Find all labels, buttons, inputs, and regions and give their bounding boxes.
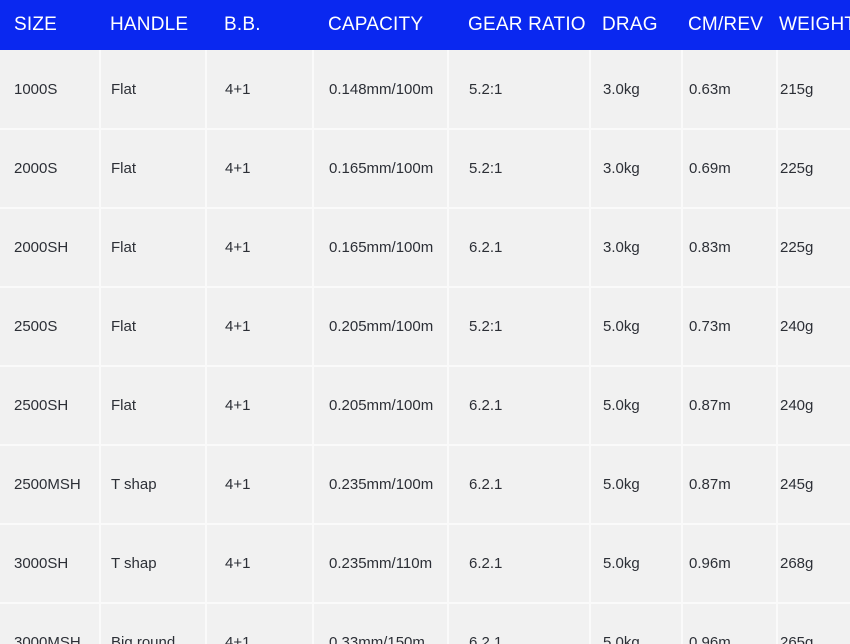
cell-size: 3000MSH: [0, 603, 101, 644]
cell-handle: Flat: [100, 287, 207, 367]
cell-handle: T shap: [100, 524, 207, 604]
cell-capacity: 0.165mm/100m: [313, 129, 449, 209]
cell-cm-rev: 0.87m: [682, 366, 778, 446]
cell-weight: 245g: [777, 445, 850, 525]
reel-specification-table: SIZE HANDLE B.B. CAPACITY GEAR RATIO DRA…: [0, 0, 850, 644]
cell-drag: 3.0kg: [590, 129, 683, 209]
column-header-weight: WEIGHT: [779, 14, 850, 35]
cell-size: 2000S: [0, 129, 101, 209]
column-header-cm-rev: CM/REV: [688, 14, 764, 35]
cell-capacity: 0.235mm/100m: [313, 445, 449, 525]
table-row: 3000MSH Big round 4+1 0.33mm/150m 6.2.1 5.0kg…: [0, 603, 850, 644]
cell-capacity: 0.205mm/100m: [313, 366, 449, 446]
cell-cm-rev: 0.87m: [682, 445, 778, 525]
cell-cm-rev: 0.69m: [682, 129, 778, 209]
cell-size: 1000S: [0, 50, 101, 130]
column-header-bb: B.B.: [224, 14, 261, 35]
cell-capacity: 0.33mm/150m: [313, 603, 449, 644]
table-row: 2500MSH T shap 4+1 0.235mm/100m 6.2.1 5.0kg 0.…: [0, 445, 850, 525]
cell-weight: 225g: [777, 208, 850, 288]
column-header-handle: HANDLE: [110, 14, 189, 35]
column-header-capacity: CAPACITY: [328, 14, 424, 35]
cell-drag: 3.0kg: [590, 208, 683, 288]
cell-handle: Flat: [100, 129, 207, 209]
column-header-drag: DRAG: [602, 14, 658, 35]
cell-handle: Big round: [100, 603, 207, 644]
cell-size: 2500MSH: [0, 445, 101, 525]
table-row: 2500SH Flat 4+1 0.205mm/100m 6.2.1 5.0kg 0.87m…: [0, 366, 850, 446]
cell-size: 2000SH: [0, 208, 101, 288]
cell-bb: 4+1: [206, 208, 314, 288]
cell-gear-ratio: 6.2.1: [448, 603, 591, 644]
cell-drag: 5.0kg: [590, 287, 683, 367]
cell-gear-ratio: 5.2:1: [448, 129, 591, 209]
cell-capacity: 0.205mm/100m: [313, 287, 449, 367]
cell-cm-rev: 0.96m: [682, 524, 778, 604]
cell-drag: 3.0kg: [590, 50, 683, 130]
cell-drag: 5.0kg: [590, 366, 683, 446]
cell-cm-rev: 0.96m: [682, 603, 778, 644]
table-header: SIZE HANDLE B.B. CAPACITY GEAR RATIO DRA…: [0, 0, 850, 50]
cell-gear-ratio: 6.2.1: [448, 208, 591, 288]
cell-gear-ratio: 6.2.1: [448, 524, 591, 604]
column-header-size: SIZE: [14, 14, 58, 35]
column-header-gear-ratio: GEAR RATIO: [468, 14, 586, 35]
cell-bb: 4+1: [206, 603, 314, 644]
cell-size: 2500S: [0, 287, 101, 367]
header-row: SIZE HANDLE B.B. CAPACITY GEAR RATIO DRA…: [0, 0, 850, 50]
cell-size: 3000SH: [0, 524, 101, 604]
cell-gear-ratio: 6.2.1: [448, 445, 591, 525]
cell-cm-rev: 0.73m: [682, 287, 778, 367]
cell-size: 2500SH: [0, 366, 101, 446]
cell-bb: 4+1: [206, 524, 314, 604]
cell-weight: 240g: [777, 287, 850, 367]
cell-weight: 240g: [777, 366, 850, 446]
cell-bb: 4+1: [206, 129, 314, 209]
cell-handle: Flat: [100, 366, 207, 446]
cell-drag: 5.0kg: [590, 603, 683, 644]
table-row: 1000S Flat 4+1 0.148mm/100m 5.2:1 3.0kg 0.63m 2…: [0, 50, 850, 130]
cell-cm-rev: 0.83m: [682, 208, 778, 288]
cell-bb: 4+1: [206, 445, 314, 525]
table-row: 2000SH Flat 4+1 0.165mm/100m 6.2.1 3.0kg 0.83m…: [0, 208, 850, 288]
cell-bb: 4+1: [206, 50, 314, 130]
cell-weight: 268g: [777, 524, 850, 604]
cell-gear-ratio: 5.2:1: [448, 50, 591, 130]
cell-drag: 5.0kg: [590, 445, 683, 525]
cell-weight: 265g: [777, 603, 850, 644]
cell-handle: Flat: [100, 208, 207, 288]
cell-handle: Flat: [100, 50, 207, 130]
table-row: 2500S Flat 4+1 0.205mm/100m 5.2:1 5.0kg 0.73m 2…: [0, 287, 850, 367]
cell-bb: 4+1: [206, 287, 314, 367]
table-row: 2000S Flat 4+1 0.165mm/100m 5.2:1 3.0kg 0.69m 2…: [0, 129, 850, 209]
table-row: 3000SH T shap 4+1 0.235mm/110m 6.2.1 5.0kg 0.9…: [0, 524, 850, 604]
cell-handle: T shap: [100, 445, 207, 525]
cell-bb: 4+1: [206, 366, 314, 446]
cell-weight: 225g: [777, 129, 850, 209]
table-body: 1000S Flat 4+1 0.148mm/100m 5.2:1 3.0kg 0.63m 2…: [0, 50, 850, 644]
cell-gear-ratio: 5.2:1: [448, 287, 591, 367]
spec-table-container: SIZE HANDLE B.B. CAPACITY GEAR RATIO DRA…: [0, 0, 850, 644]
cell-capacity: 0.165mm/100m: [313, 208, 449, 288]
cell-weight: 215g: [777, 50, 850, 130]
cell-drag: 5.0kg: [590, 524, 683, 604]
cell-gear-ratio: 6.2.1: [448, 366, 591, 446]
cell-capacity: 0.235mm/110m: [313, 524, 449, 604]
cell-cm-rev: 0.63m: [682, 50, 778, 130]
cell-capacity: 0.148mm/100m: [313, 50, 449, 130]
